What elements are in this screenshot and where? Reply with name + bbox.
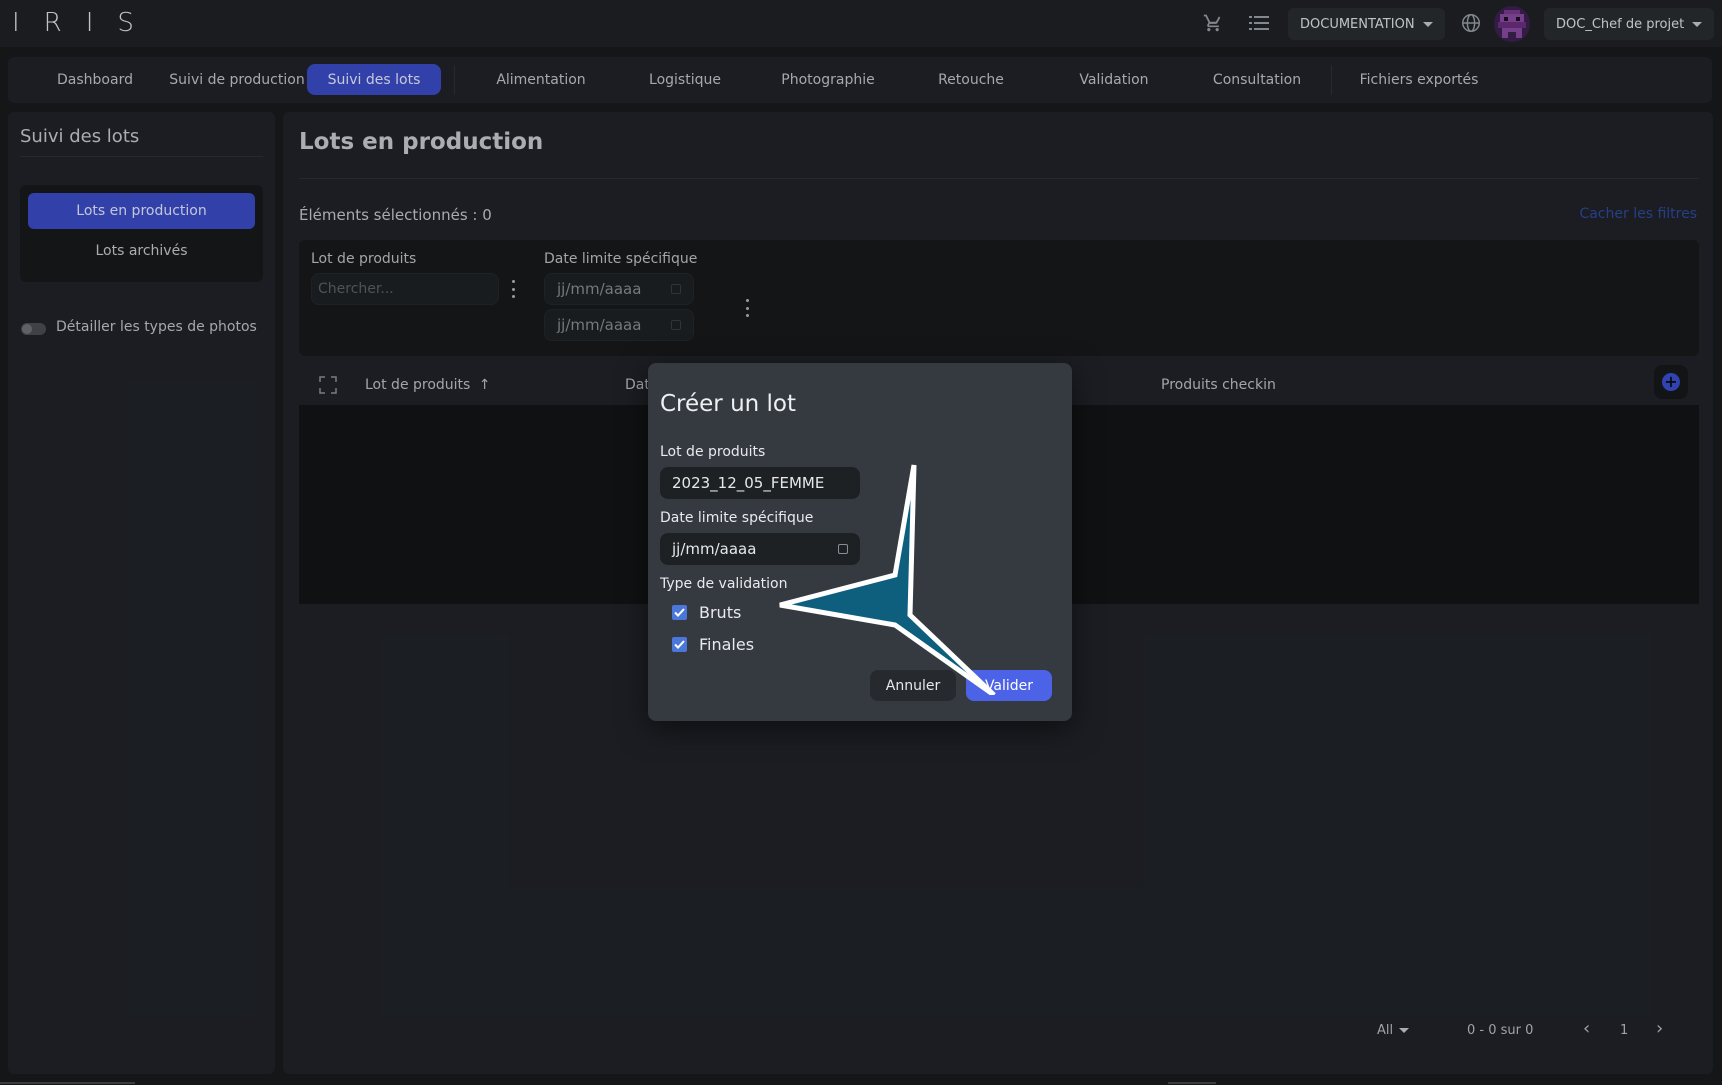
create-lot-dialog: Créer un lot Lot de produits 2023_12_05_… (648, 363, 1072, 721)
calendar-icon[interactable] (838, 544, 848, 554)
dialog-title: Créer un lot (660, 391, 797, 417)
lot-name-value: 2023_12_05_FEMME (672, 474, 825, 492)
validation-type-label: Type de validation (660, 576, 788, 592)
checkbox-finales[interactable]: Finales (672, 635, 754, 654)
deadline-date-input[interactable]: jj/mm/aaaa (660, 533, 860, 565)
validate-button[interactable]: Valider (966, 670, 1052, 701)
checkbox-bruts[interactable]: Bruts (672, 603, 741, 622)
lot-name-input[interactable]: 2023_12_05_FEMME (660, 467, 860, 499)
check-icon (672, 605, 687, 620)
cancel-button[interactable]: Annuler (870, 670, 956, 701)
deadline-date-value: jj/mm/aaaa (672, 540, 757, 558)
checkbox-label: Bruts (699, 603, 742, 622)
lot-field-label: Lot de produits (660, 444, 766, 460)
date-field-label: Date limite spécifique (660, 510, 814, 526)
checkbox-label: Finales (699, 635, 755, 654)
check-icon (672, 637, 687, 652)
